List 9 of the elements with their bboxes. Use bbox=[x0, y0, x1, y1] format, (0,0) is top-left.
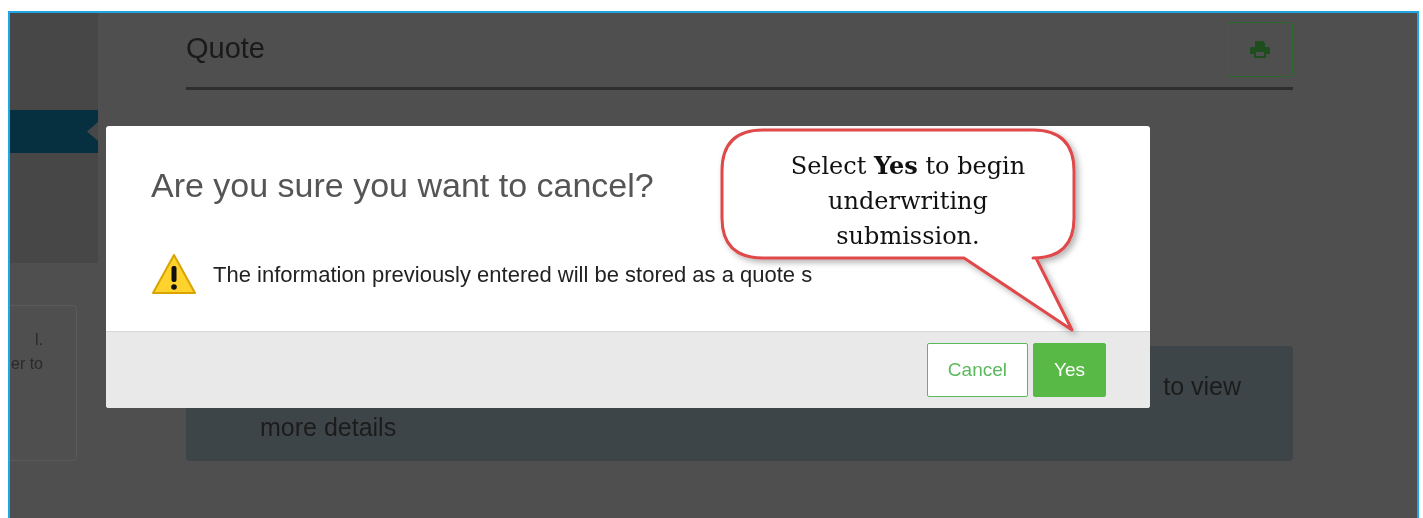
cancel-button[interactable]: Cancel bbox=[926, 343, 1028, 397]
print-icon bbox=[1250, 41, 1270, 58]
callout-text: Select Yes to begin underwriting submission. bbox=[789, 150, 1027, 252]
dialog-message: The information previously entered will be stored as a quote s bbox=[213, 261, 813, 288]
warning-icon bbox=[151, 253, 197, 296]
confirm-button[interactable]: Yes bbox=[1033, 343, 1106, 397]
sidebar-tab[interactable] bbox=[10, 110, 98, 153]
dialog-title: Are you sure you want to cancel? bbox=[151, 166, 654, 205]
print-button[interactable] bbox=[1227, 22, 1293, 77]
